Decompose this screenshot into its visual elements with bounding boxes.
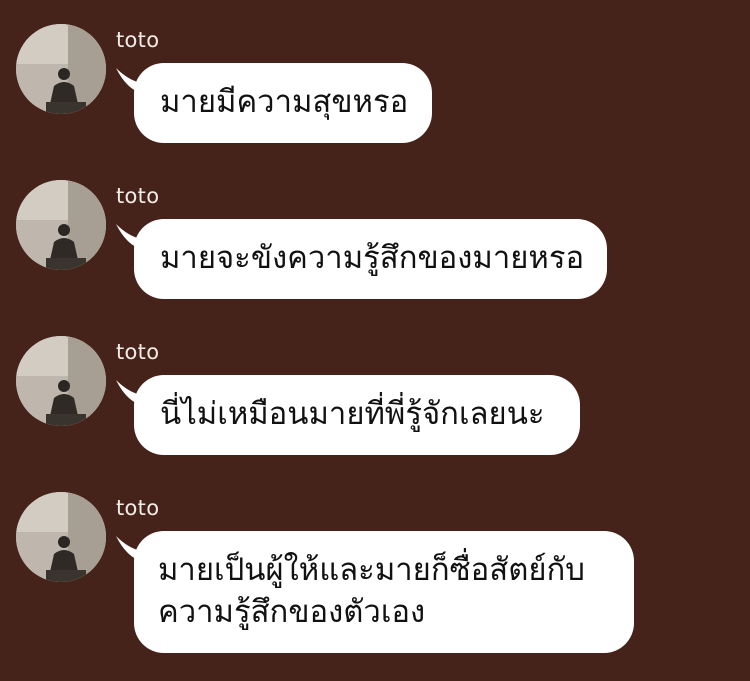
profile-photo-icon xyxy=(16,492,106,582)
message-bubble[interactable]: มายเป็นผู้ให้และมายก็ซื่อสัตย์กับความรู้… xyxy=(134,531,634,653)
avatar[interactable] xyxy=(16,180,106,270)
avatar[interactable] xyxy=(16,336,106,426)
message-bubble[interactable]: นี่ไม่เหมือนมายที่พี่รู้จักเลยนะ xyxy=(134,375,580,455)
profile-photo-icon xyxy=(16,336,106,426)
avatar[interactable] xyxy=(16,24,106,114)
sender-name: toto xyxy=(116,496,160,520)
profile-photo-icon xyxy=(16,180,106,270)
sender-name: toto xyxy=(116,340,160,364)
message-bubble[interactable]: มายจะขังความรู้สึกของมายหรอ xyxy=(134,219,607,299)
profile-photo-icon xyxy=(16,24,106,114)
sender-name: toto xyxy=(116,28,160,52)
sender-name: toto xyxy=(116,184,160,208)
avatar[interactable] xyxy=(16,492,106,582)
chat-thread: toto มายมีความสุขหรอ toto มายจะขังความรู… xyxy=(0,0,750,681)
message-bubble[interactable]: มายมีความสุขหรอ xyxy=(134,63,432,143)
